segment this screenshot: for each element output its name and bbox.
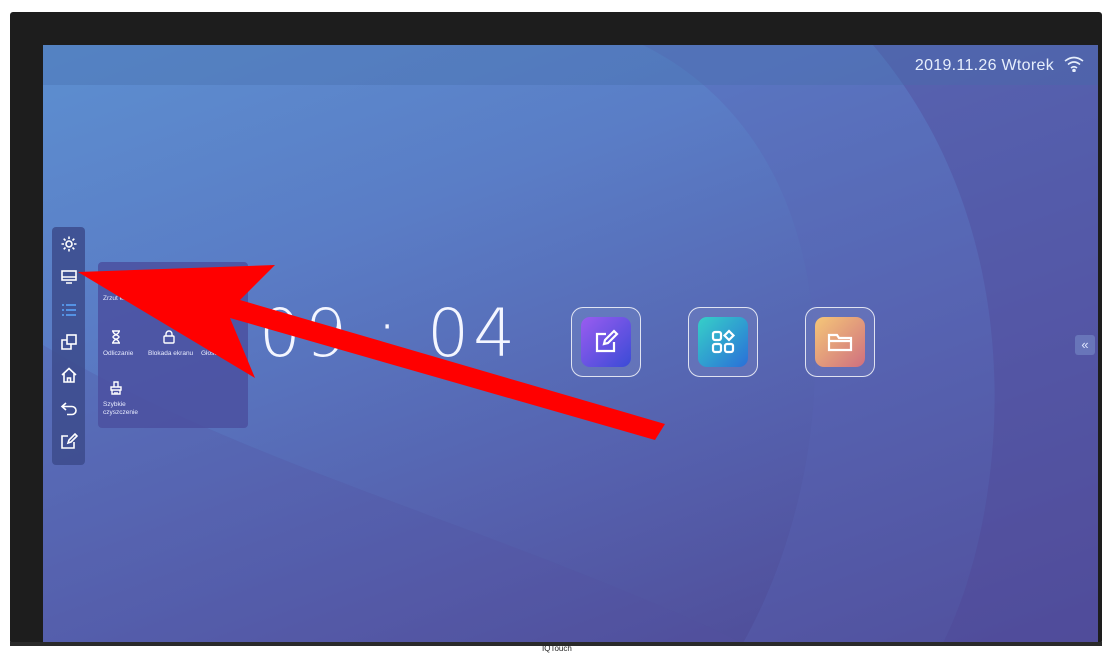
annotation-arrow (78, 265, 665, 440)
bezel-brand-logo: IQTouch (542, 644, 572, 653)
